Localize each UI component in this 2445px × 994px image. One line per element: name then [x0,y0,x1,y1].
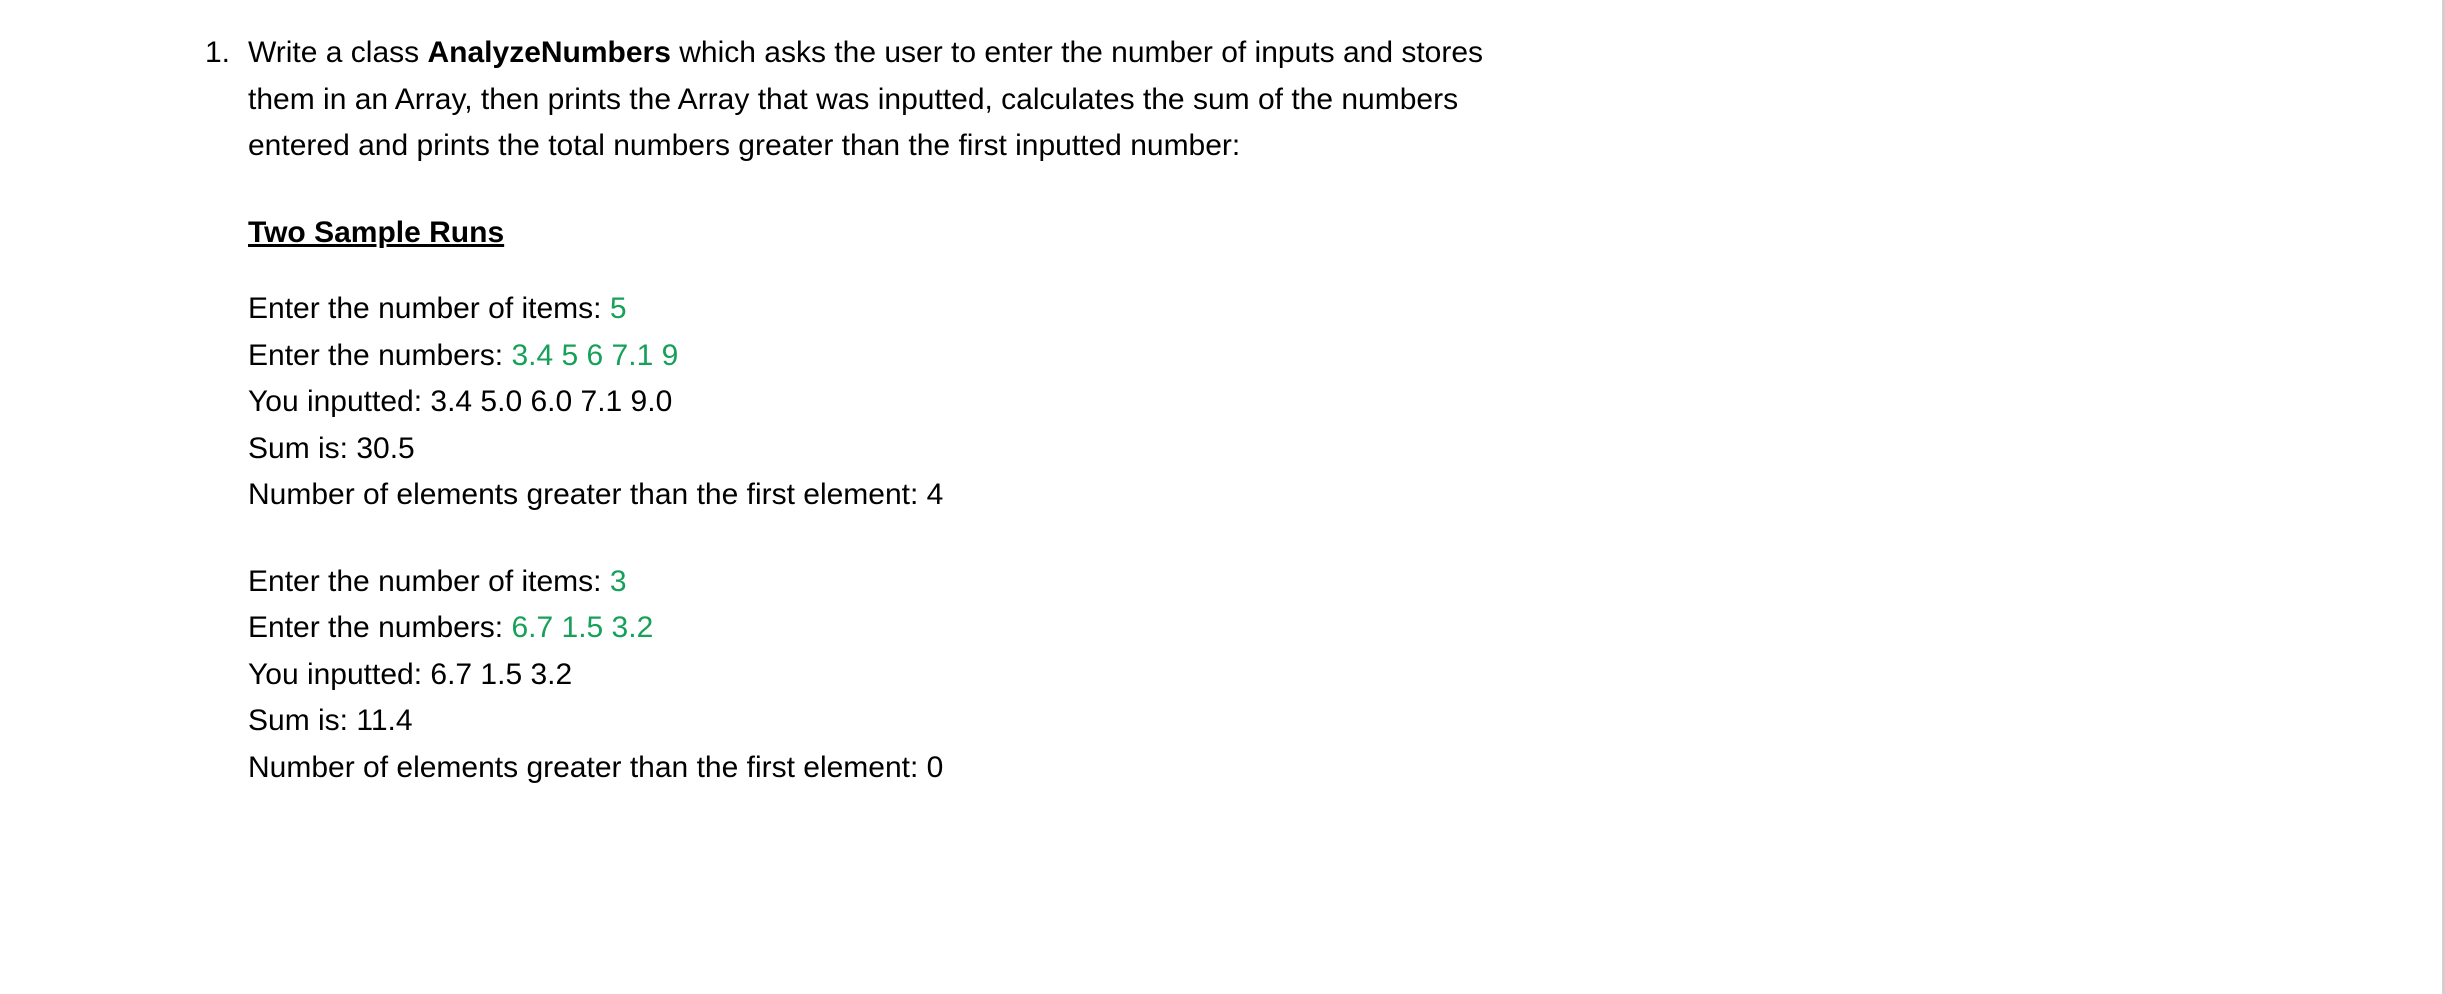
inputted-line: You inputted: 6.7 1.5 3.2 [248,652,1498,699]
sample-line: Enter the number of items: 3 [248,559,1498,606]
class-name: AnalyzeNumbers [428,36,671,69]
items-input: 5 [610,292,627,325]
sample-line: Enter the numbers: 3.4 5 6 7.1 9 [248,333,1498,380]
sample-run-2: Enter the number of items: 3 Enter the n… [248,559,1498,792]
list-marker: 1. [180,30,248,77]
inputted-line: You inputted: 3.4 5.0 6.0 7.1 9.0 [248,379,1498,426]
numbers-prompt: Enter the numbers: [248,339,511,372]
numbers-prompt: Enter the numbers: [248,611,511,644]
problem-content: Write a class AnalyzeNumbers which asks … [248,30,1498,831]
numbers-input: 3.4 5 6 7.1 9 [511,339,678,372]
items-input: 3 [610,565,627,598]
sample-line: Enter the number of items: 5 [248,286,1498,333]
sample-runs-heading: Two Sample Runs [248,210,1498,257]
sample-run-1: Enter the number of items: 5 Enter the n… [248,286,1498,519]
problem-statement: Write a class AnalyzeNumbers which asks … [248,30,1498,170]
greater-line: Number of elements greater than the firs… [248,472,1498,519]
list-item: 1. Write a class AnalyzeNumbers which as… [180,30,2262,831]
greater-line: Number of elements greater than the firs… [248,745,1498,792]
sample-line: Enter the numbers: 6.7 1.5 3.2 [248,605,1498,652]
sum-line: Sum is: 30.5 [248,426,1498,473]
document-page: 1. Write a class AnalyzeNumbers which as… [0,0,2445,994]
sum-line: Sum is: 11.4 [248,698,1498,745]
problem-text-before: Write a class [248,36,428,69]
items-prompt: Enter the number of items: [248,565,610,598]
numbers-input: 6.7 1.5 3.2 [511,611,653,644]
items-prompt: Enter the number of items: [248,292,610,325]
